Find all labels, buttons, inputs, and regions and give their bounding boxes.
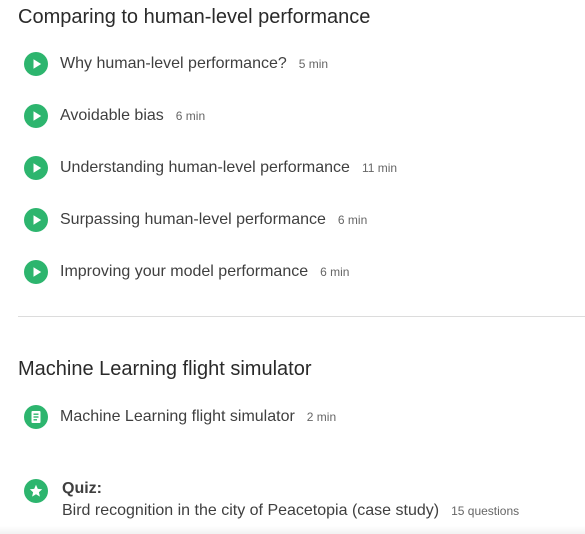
lecture-title: Surpassing human-level performance <box>60 211 326 228</box>
lecture-duration: 6 min <box>337 213 368 227</box>
section-title-flight-simulator: Machine Learning flight simulator <box>18 358 312 380</box>
play-icon <box>24 104 48 128</box>
lecture-item[interactable]: Why human-level performance? 5 min <box>24 52 328 76</box>
play-icon <box>24 156 48 180</box>
quiz-label: Quiz: <box>62 480 102 497</box>
play-icon <box>24 52 48 76</box>
lecture-duration: 11 min <box>361 161 398 175</box>
lecture-item[interactable]: Surpassing human-level performance 6 min <box>24 208 367 232</box>
course-week-page: Comparing to human-level performance Why… <box>0 0 585 534</box>
reading-title: Machine Learning flight simulator <box>60 408 295 425</box>
quiz-line: Bird recognition in the city of Peacetop… <box>62 502 519 520</box>
section-title-human-level: Comparing to human-level performance <box>18 6 371 28</box>
play-icon <box>24 260 48 284</box>
lecture-item[interactable]: Understanding human-level performance 11… <box>24 156 397 180</box>
play-icon <box>24 208 48 232</box>
lecture-title: Avoidable bias <box>60 107 164 124</box>
reading-duration: 2 min <box>306 410 337 424</box>
reading-item[interactable]: Machine Learning flight simulator 2 min <box>24 405 336 429</box>
quiz-question-count: 15 questions <box>451 504 520 518</box>
reading-icon <box>24 405 48 429</box>
lecture-title: Improving your model performance <box>60 263 309 280</box>
quiz-title: Bird recognition in the city of Peacetop… <box>62 502 440 519</box>
lecture-duration: 6 min <box>175 109 206 123</box>
lecture-title: Understanding human-level performance <box>60 159 350 176</box>
bottom-edge <box>0 526 585 534</box>
lecture-title: Why human-level performance? <box>60 55 287 72</box>
section-divider <box>18 316 585 317</box>
lecture-duration: 5 min <box>298 57 329 71</box>
star-icon <box>24 479 48 503</box>
lecture-duration: 6 min <box>320 265 350 279</box>
lecture-item[interactable]: Improving your model performance 6 min <box>24 260 349 284</box>
lecture-item[interactable]: Avoidable bias 6 min <box>24 104 205 128</box>
